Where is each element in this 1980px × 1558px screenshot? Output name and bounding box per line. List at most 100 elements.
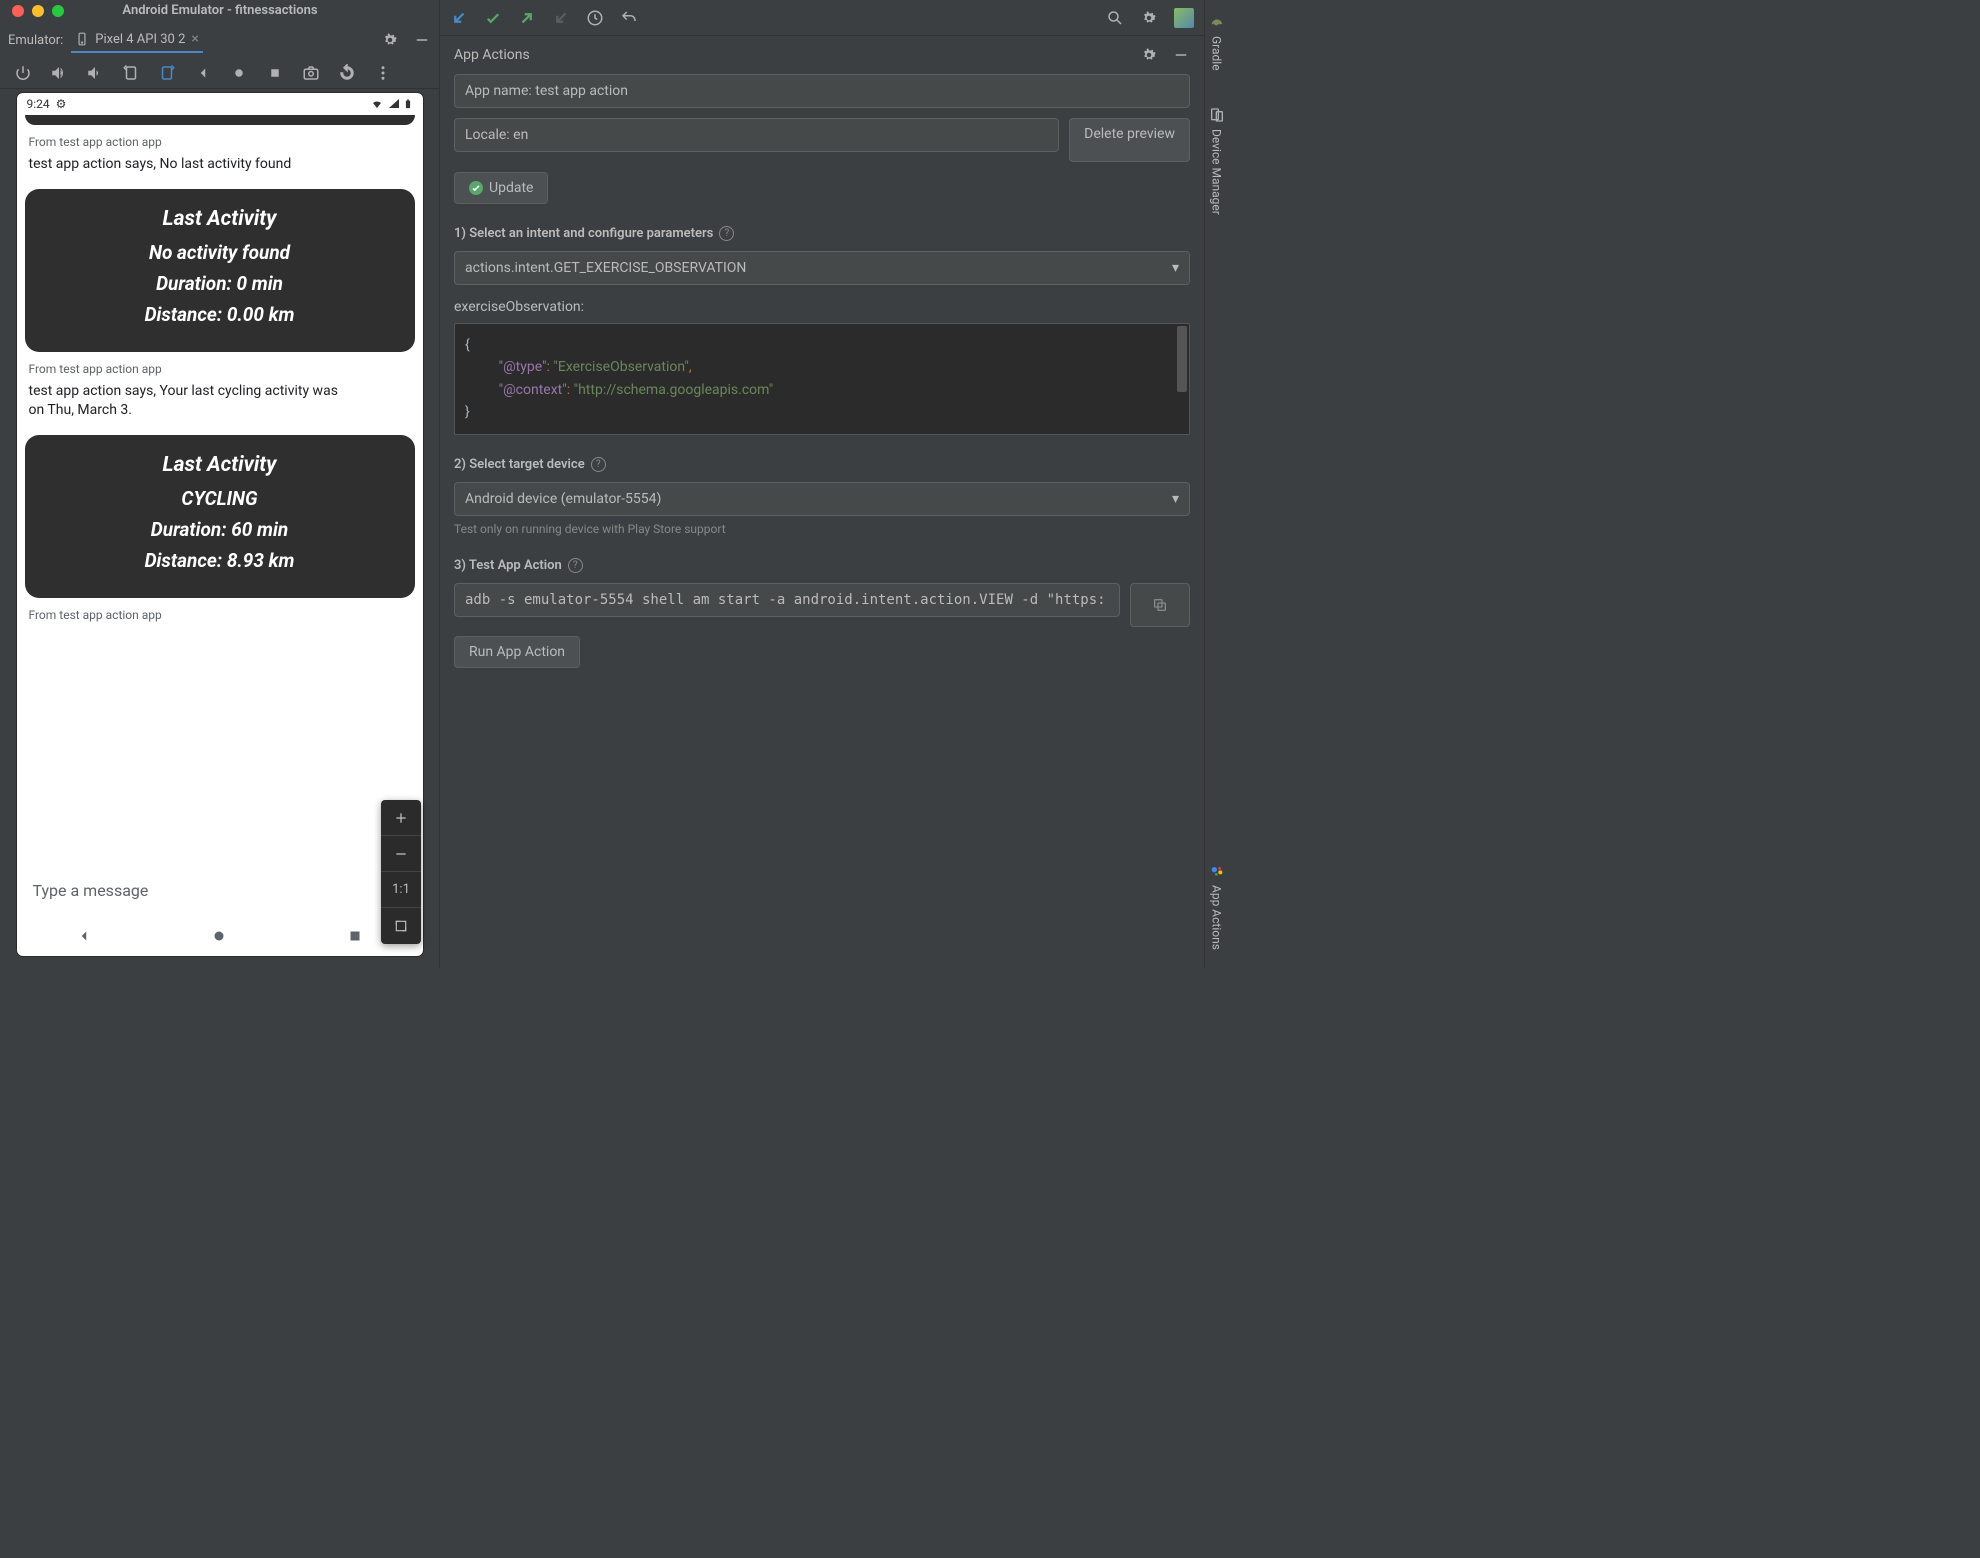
app-name-field[interactable]: App name: test app action — [454, 74, 1190, 108]
phone-screen[interactable]: 9:24 ⚙ From test app action app test app… — [17, 93, 423, 956]
assistant-icon — [1209, 863, 1225, 879]
nav-home-icon[interactable] — [210, 927, 228, 945]
more-icon[interactable] — [374, 64, 392, 82]
step2-label: 2) Select target device ? — [454, 457, 1190, 472]
message-input[interactable]: Type a message — [17, 865, 423, 916]
device-icon — [75, 32, 89, 46]
card2-distance: Distance: 8.93 km — [39, 549, 401, 572]
close-tab-icon[interactable]: × — [191, 31, 198, 47]
card2-duration: Duration: 60 min — [39, 518, 401, 541]
app-actions-tab[interactable]: App Actions — [1209, 855, 1225, 958]
arrow-disabled-icon — [552, 9, 570, 27]
update-label: Update — [489, 180, 533, 196]
check-icon[interactable] — [484, 9, 502, 27]
volume-up-icon[interactable] — [50, 64, 68, 82]
minimize-panel-icon[interactable] — [413, 31, 431, 49]
back-icon[interactable] — [194, 64, 212, 82]
emulator-toolbar — [0, 58, 439, 89]
home-icon[interactable] — [230, 64, 248, 82]
app-actions-label: App Actions — [1210, 885, 1224, 950]
camera-icon[interactable] — [302, 64, 320, 82]
step3-text: 3) Test App Action — [454, 558, 562, 573]
panel-title: App Actions — [454, 47, 530, 63]
emulator-device-tab[interactable]: Pixel 4 API 30 2 × — [71, 27, 203, 53]
emulator-tab-label: Pixel 4 API 30 2 — [95, 32, 185, 47]
window-title: Android Emulator - fitnessactions — [0, 0, 440, 22]
zoom-1-1-button[interactable]: 1:1 — [381, 872, 421, 908]
zoom-controls: 1:1 — [381, 800, 421, 944]
signal-icon — [387, 98, 401, 110]
arrow-up-right-icon[interactable] — [518, 9, 536, 27]
gradle-tab[interactable]: Gradle — [1209, 6, 1225, 79]
step1-label: 1) Select an intent and configure parame… — [454, 226, 1190, 241]
message-placeholder: Type a message — [33, 881, 149, 900]
gradle-icon — [1209, 14, 1225, 30]
update-button[interactable]: Update — [454, 172, 548, 204]
delete-preview-button[interactable]: Delete preview — [1069, 118, 1190, 162]
settings-icon[interactable] — [381, 31, 399, 49]
volume-down-icon[interactable] — [86, 64, 104, 82]
zoom-fit-button[interactable] — [381, 908, 421, 944]
app-actions-panel: App Actions App name: test app action Lo… — [440, 36, 1204, 968]
power-icon[interactable] — [14, 64, 32, 82]
param-label: exerciseObservation: — [454, 299, 1190, 315]
run-app-action-button[interactable]: Run App Action — [454, 636, 580, 668]
emulator-label: Emulator: — [8, 33, 63, 48]
step1-text: 1) Select an intent and configure parame… — [454, 226, 713, 241]
panel-settings-icon[interactable] — [1140, 46, 1158, 64]
status-time: 9:24 — [27, 97, 50, 111]
json-editor[interactable]: { "@type": "ExerciseObservation", "@cont… — [454, 323, 1190, 435]
overview-icon[interactable] — [266, 64, 284, 82]
assistant-content: From test app action app test app action… — [17, 125, 423, 865]
help-icon-2[interactable]: ? — [591, 457, 606, 472]
chevron-down-icon: ▾ — [1172, 260, 1179, 276]
activity-card-1: Last Activity No activity found Duration… — [25, 189, 415, 352]
intent-select[interactable]: actions.intent.GET_EXERCISE_OBSERVATION … — [454, 251, 1190, 285]
status-gear-icon: ⚙ — [56, 97, 67, 111]
copy-button[interactable] — [1130, 583, 1190, 627]
user-avatar[interactable] — [1174, 8, 1194, 28]
rotate-left-icon[interactable] — [122, 64, 140, 82]
zoom-in-button[interactable] — [381, 800, 421, 836]
nav-back-icon[interactable] — [75, 927, 93, 945]
zoom-out-button[interactable] — [381, 836, 421, 872]
assistant-message-2: test app action says, Your last cycling … — [29, 382, 349, 421]
ide-settings-icon[interactable] — [1140, 9, 1158, 27]
emulator-pane: Android Emulator - fitnessactions Emulat… — [0, 0, 440, 968]
card1-title: Last Activity — [39, 207, 401, 231]
ide-pane: App Actions App name: test app action Lo… — [440, 0, 1228, 968]
device-manager-tab[interactable]: Device Manager — [1209, 99, 1225, 223]
nav-overview-icon[interactable] — [346, 927, 364, 945]
device-hint: Test only on running device with Play St… — [454, 522, 1190, 536]
arrow-down-left-icon[interactable] — [450, 9, 468, 27]
caption-1: From test app action app — [29, 135, 411, 149]
locale-field[interactable]: Locale: en — [454, 118, 1059, 152]
battery-icon — [403, 97, 413, 111]
step2-text: 2) Select target device — [454, 457, 585, 472]
rotate-right-icon[interactable] — [158, 64, 176, 82]
panel-header: App Actions — [454, 36, 1190, 74]
wifi-icon — [369, 98, 385, 110]
restart-icon[interactable] — [338, 64, 356, 82]
check-circle-icon — [469, 181, 483, 195]
search-icon[interactable] — [1106, 9, 1124, 27]
card1-activity: No activity found — [39, 241, 401, 264]
device-select[interactable]: Android device (emulator-5554) ▾ — [454, 482, 1190, 516]
panel-hide-icon[interactable] — [1172, 46, 1190, 64]
json-scrollbar[interactable] — [1177, 326, 1187, 392]
activity-card-2: Last Activity CYCLING Duration: 60 min D… — [25, 435, 415, 598]
help-icon[interactable]: ? — [719, 226, 734, 241]
copy-icon — [1152, 597, 1168, 613]
chevron-down-icon-2: ▾ — [1172, 491, 1179, 507]
card1-distance: Distance: 0.00 km — [39, 303, 401, 326]
emulator-tab-bar: Emulator: Pixel 4 API 30 2 × — [0, 22, 439, 58]
gradle-label: Gradle — [1210, 36, 1224, 71]
adb-command-field[interactable]: adb -s emulator-5554 shell am start -a a… — [454, 583, 1120, 617]
device-manager-label: Device Manager — [1210, 129, 1224, 215]
caption-3: From test app action app — [29, 608, 411, 622]
history-icon[interactable] — [586, 9, 604, 27]
undo-icon[interactable] — [620, 9, 638, 27]
intent-value: actions.intent.GET_EXERCISE_OBSERVATION — [465, 260, 746, 276]
help-icon-3[interactable]: ? — [568, 558, 583, 573]
assistant-message-1: test app action says, No last activity f… — [29, 155, 411, 175]
